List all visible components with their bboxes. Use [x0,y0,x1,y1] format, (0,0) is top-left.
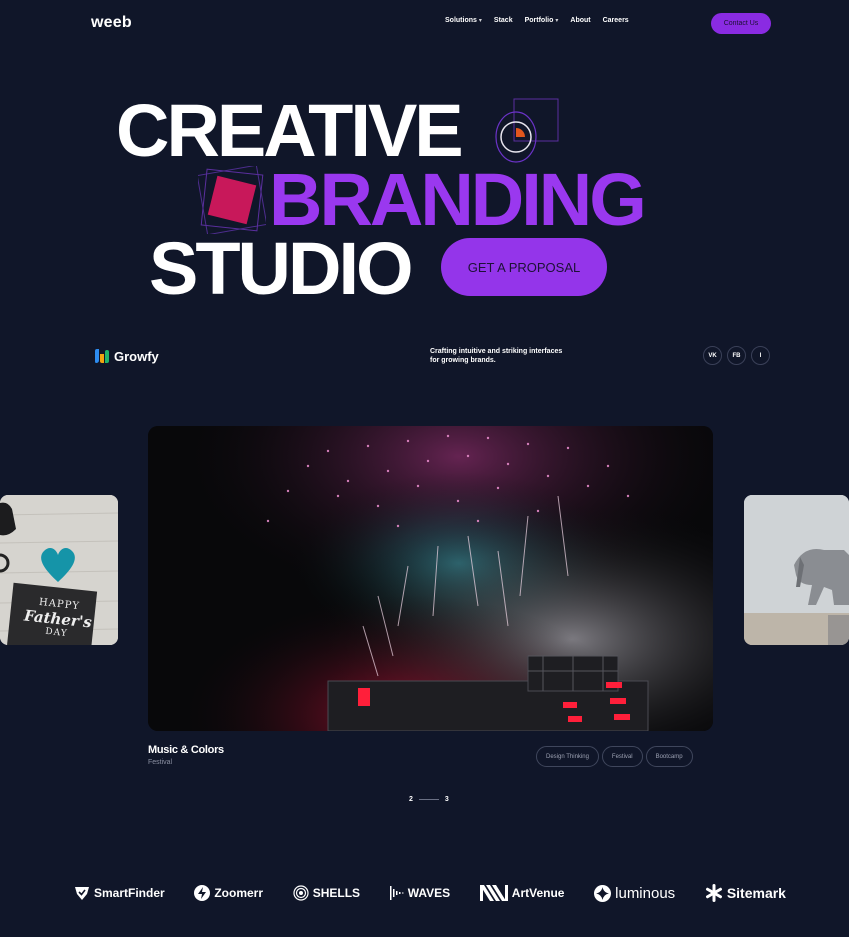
gallery-slide-active[interactable] [148,426,713,731]
growfy-logo-icon [95,349,109,363]
gallery-pager: 2 3 [409,796,449,803]
hero-heading-line-1: CREATIVE [116,89,464,172]
sparkle-circle-icon [594,884,612,902]
hero-heading-line-3: STUDIO [149,227,414,310]
nav-item-label: Solutions [445,17,477,24]
tag-festival[interactable]: Festival [601,746,643,767]
horse-statue-image [744,495,849,645]
partner-artvenue[interactable]: ArtVenue [479,885,565,901]
partner-name: ArtVenue [511,886,565,900]
chevron-down-icon: ▾ [555,18,559,24]
slide-title: Music & Colors [148,744,224,756]
gallery-slide-prev[interactable]: HAPPY Father's DAY [0,495,118,645]
partner-shells[interactable]: SHELLS [293,885,360,901]
pager-divider [418,799,439,800]
partner-name: Zoomerr [214,886,264,900]
chevron-down-icon: ▾ [478,18,482,24]
nav-item-about[interactable]: About [570,17,590,24]
brand-name: Growfy [114,348,159,364]
brand-tagline: Crafting intuitive and striking interfac… [430,347,590,365]
stripes-icon [479,885,508,901]
get-proposal-button[interactable]: GET A PROPOSAL [441,238,607,296]
brand-logo[interactable]: Growfy [94,348,159,364]
instagram-link[interactable]: I [751,346,770,365]
main-nav: Solutions ▾ Stack Portfolio ▾ About Care… [445,17,629,24]
site-logo[interactable]: weeb [91,14,132,32]
facebook-link[interactable]: FB [727,346,746,365]
partner-name: SHELLS [312,886,361,900]
partner-luminous[interactable]: luminous [594,884,676,902]
square-stack-graphic-icon [198,166,266,234]
sound-wave-icon [389,886,404,900]
partner-smartfinder[interactable]: SmartFinder [74,885,165,901]
partner-sitemark[interactable]: Sitemark [705,884,786,902]
partner-logos: SmartFinder Zoomerr SHELLS WAVES ArtVenu… [74,884,786,902]
nav-item-portfolio[interactable]: Portfolio ▾ [525,17,559,24]
hero-heading-line-2: BRANDING [269,158,647,241]
tagline-line: Crafting intuitive and striking interfac… [430,348,563,355]
nav-item-label: Careers [602,17,629,24]
tag-bootcamp[interactable]: Bootcamp [645,746,693,767]
vk-link[interactable]: VK [703,346,722,365]
nav-item-label: About [570,17,591,24]
target-graphic-icon [495,98,559,163]
fireworks-image [148,426,713,731]
asterisk-icon [705,884,722,902]
nav-item-label: Stack [493,17,513,24]
fathers-day-card: HAPPY Father's DAY [16,595,100,642]
tag-design-thinking[interactable]: Design Thinking [536,746,599,767]
partner-waves[interactable]: WAVES [389,885,451,901]
social-links: VK FB I [703,346,770,365]
slide-category: Festival [148,759,173,766]
tagline-line: for growing brands. [430,357,496,364]
nav-item-label: Portfolio [524,17,554,24]
shield-check-icon [75,887,89,900]
nav-item-careers[interactable]: Careers [603,17,629,24]
nav-item-stack[interactable]: Stack [494,17,513,24]
partner-zoomerr[interactable]: Zoomerr [194,885,263,901]
concentric-circles-icon [293,885,309,901]
bolt-circle-icon [194,885,211,901]
nav-item-solutions[interactable]: Solutions ▾ [445,17,482,24]
slide-tags: Design Thinking Festival Bootcamp [536,746,693,767]
gallery-slide-next[interactable] [744,495,849,645]
partner-name: luminous [615,884,676,902]
partner-name: WAVES [407,886,451,900]
pager-next[interactable]: 3 [445,796,449,803]
contact-us-button[interactable]: Contact Us [711,13,771,34]
pager-current[interactable]: 2 [409,796,413,803]
partner-name: SmartFinder [94,886,165,900]
partner-name: Sitemark [726,885,786,901]
